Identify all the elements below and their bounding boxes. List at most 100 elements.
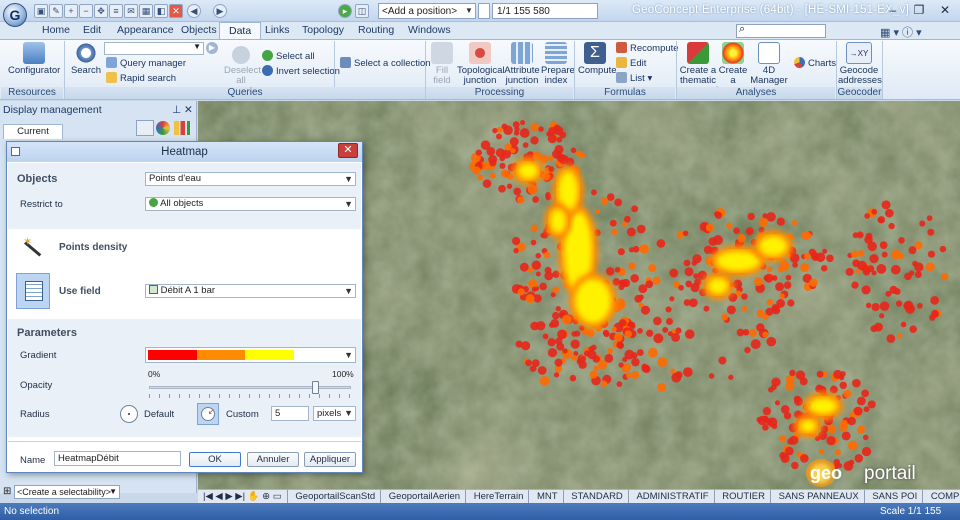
group-processing-label: Processing <box>426 87 573 99</box>
magic-wand-icon[interactable]: ✶ <box>21 235 47 259</box>
deselect-all-button[interactable]: Deselect all <box>224 46 261 86</box>
heat-point <box>683 259 691 267</box>
close-panel-icon[interactable]: ✕ <box>184 103 193 117</box>
charts-button[interactable]: Charts <box>794 57 836 71</box>
heat-point <box>503 125 513 136</box>
tab-complete[interactable]: COMPLETE <box>926 490 960 503</box>
heat-point <box>861 446 872 457</box>
tab-geoportail-aerien[interactable]: GeoportailAerien <box>384 490 467 503</box>
dialog-close-button[interactable]: ✕ <box>338 143 358 158</box>
restore-icon[interactable]: ❐ <box>906 1 932 19</box>
radius-default-option[interactable] <box>120 405 138 423</box>
select-all-button[interactable]: Select all <box>262 50 315 64</box>
radius-unit-combo[interactable]: pixels ▼ <box>313 406 356 421</box>
geocode-addresses-button[interactable]: →XY Geocode addresses <box>838 42 882 86</box>
tab-here-terrain[interactable]: HereTerrain <box>469 490 530 503</box>
edit-formula-button[interactable]: Edit <box>616 57 646 71</box>
heat-point <box>852 259 860 268</box>
minimize-icon[interactable]: – <box>880 1 906 19</box>
query-combo[interactable]: ▼ <box>104 42 204 55</box>
nav-first-icon[interactable]: |◀ ◀ ▶ ▶| ✋ ⊕ ▭ <box>198 490 288 503</box>
topological-junction-button[interactable]: Topological junction <box>457 42 505 86</box>
heat-point <box>669 268 679 278</box>
heat-point <box>553 372 560 378</box>
gradient-combo[interactable]: ▼ <box>145 347 356 363</box>
position-combo[interactable]: <Add a position> ▼ <box>378 3 476 19</box>
fill-field-button[interactable]: Fill field <box>428 42 456 86</box>
zoom-out-icon[interactable]: − <box>79 4 93 18</box>
create-thematic-button[interactable]: Create a thematic <box>679 42 717 86</box>
layers-icon[interactable]: ◫ <box>355 4 369 18</box>
zoom-in-icon[interactable]: + <box>64 4 78 18</box>
heat-point <box>666 317 674 325</box>
heat-point <box>614 266 621 273</box>
cancel-button[interactable]: Annuler <box>247 452 299 467</box>
pin-icon[interactable]: ⊥ <box>172 103 181 117</box>
tab-sans-poi[interactable]: SANS POI <box>867 490 924 503</box>
list-icon[interactable]: ≡ <box>109 4 123 18</box>
opacity-slider-thumb[interactable] <box>312 381 320 394</box>
stop-icon[interactable]: ✕ <box>169 4 183 18</box>
tab-administratif[interactable]: ADMINISTRATIF <box>631 490 715 503</box>
prepare-index-button[interactable]: Prepare index <box>541 42 575 86</box>
ok-button[interactable]: OK <box>189 452 241 467</box>
rapid-search-button[interactable]: Rapid search <box>106 72 176 86</box>
apply-button[interactable]: Appliquer <box>304 452 356 467</box>
grid-icon[interactable]: ▦ <box>139 4 153 18</box>
restrict-combo[interactable]: All objects ▼ <box>145 197 356 211</box>
tab-mnt[interactable]: MNT <box>532 490 564 503</box>
page-box[interactable] <box>478 3 490 19</box>
help-icon[interactable]: ▦ ▾ ⓘ ▾ <box>880 24 922 40</box>
heat-point <box>756 416 763 423</box>
paint-icon[interactable] <box>136 120 154 136</box>
close-window-icon[interactable]: ✕ <box>932 1 958 19</box>
4d-manager-button[interactable]: 4D Manager <box>750 42 788 86</box>
forward-icon[interactable]: ▶ <box>213 4 227 18</box>
heat-point <box>736 328 745 337</box>
tab-data[interactable]: Data <box>219 22 262 40</box>
save-icon[interactable]: ▣ <box>34 4 48 18</box>
heatmap-name-input[interactable]: HeatmapDébit <box>54 451 181 466</box>
ribbon-search-input[interactable]: ⌕ <box>736 23 826 38</box>
tab-home[interactable]: Home <box>33 22 79 39</box>
compute-button[interactable]: Σ Compute <box>578 42 617 76</box>
tab-edit[interactable]: Edit <box>74 22 110 39</box>
heat-point <box>626 227 636 237</box>
select-collection-button[interactable]: Select a collection <box>340 57 431 71</box>
query-manager-button[interactable]: Query manager <box>106 57 186 71</box>
app-logo-icon[interactable]: G <box>3 3 27 27</box>
legend-icon[interactable] <box>174 121 190 135</box>
radius-custom-option[interactable]: ↙ <box>197 403 219 425</box>
invert-selection-button[interactable]: Invert selection <box>262 65 340 79</box>
tab-routing[interactable]: Routing <box>349 22 403 39</box>
radius-input[interactable]: 5 <box>271 406 309 421</box>
search-button[interactable]: Search <box>70 42 102 76</box>
opacity-slider[interactable] <box>149 381 351 394</box>
tab-standard[interactable]: STANDARD <box>566 490 629 503</box>
tab-windows[interactable]: Windows <box>399 22 460 39</box>
attribute-junction-button[interactable]: Attribute junction <box>503 42 541 86</box>
back-icon[interactable]: ◀ <box>187 4 201 18</box>
previous-icon[interactable]: ◧ <box>154 4 168 18</box>
objects-combo[interactable]: Points d'eau ▼ <box>145 172 356 186</box>
use-field-toggle[interactable] <box>16 273 50 309</box>
recompute-button[interactable]: Recompute <box>616 42 679 56</box>
scale-input[interactable]: 1/1 155 580 <box>492 3 598 19</box>
tab-current-display[interactable]: Current display <box>3 124 63 151</box>
use-field-combo[interactable]: Débit A 1 bar ▼ <box>145 284 356 298</box>
configurator-button[interactable]: Configurator <box>8 42 60 76</box>
list-formula-button[interactable]: List ▾ <box>616 72 652 86</box>
tab-geoportail-scan[interactable]: GeoportailScanStd <box>290 490 382 503</box>
palette-icon[interactable] <box>156 121 170 135</box>
selectability-combo[interactable]: <Create a selectability> ▼ <box>14 485 120 499</box>
tab-topology[interactable]: Topology <box>293 22 353 39</box>
run-query-icon[interactable]: ▶ <box>206 42 218 54</box>
heat-point <box>741 306 748 312</box>
tab-routier[interactable]: ROUTIER <box>717 490 771 503</box>
mail-icon[interactable]: ✉ <box>124 4 138 18</box>
play-icon[interactable]: ▸ <box>338 4 352 18</box>
tab-sans-panneaux[interactable]: SANS PANNEAUX <box>774 490 865 503</box>
tools-icon[interactable]: ✎ <box>49 4 63 18</box>
pan-icon[interactable]: ✥ <box>94 4 108 18</box>
tab-objects[interactable]: Objects <box>172 22 226 39</box>
